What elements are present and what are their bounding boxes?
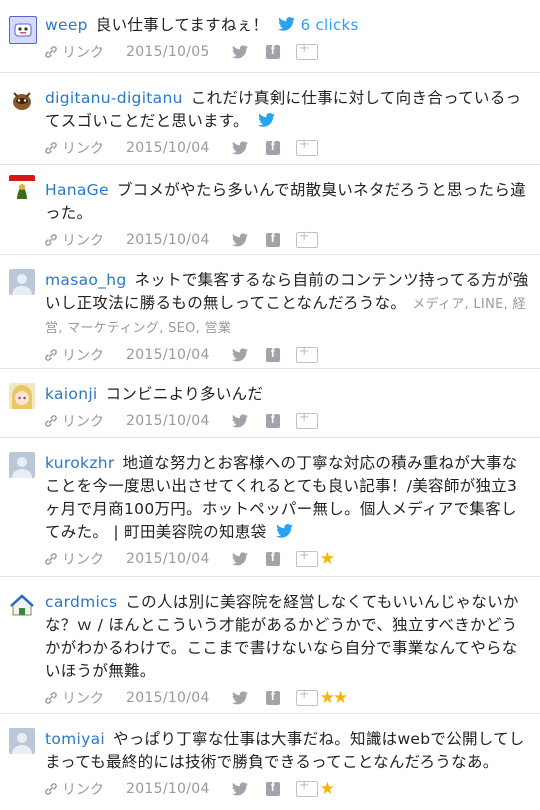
twitter-share-icon[interactable] [231, 691, 248, 705]
avatar-cardmics[interactable] [9, 591, 35, 617]
comment-entry: weep 良い仕事してますねぇ！ 6 clicks リンク 2015/10/05 [0, 0, 540, 73]
link-chain-icon [45, 46, 57, 58]
permalink[interactable]: リンク [43, 688, 104, 708]
avatar-hanage[interactable] [9, 175, 35, 201]
bookmark-date[interactable]: 2015/10/05 [126, 44, 210, 60]
link-label: リンク [62, 45, 104, 61]
username[interactable]: kurokzhr [45, 454, 115, 472]
link-chain-icon [45, 553, 57, 565]
link-label: リンク [62, 552, 104, 568]
username[interactable]: weep [45, 16, 88, 34]
avatar-kurokzhr[interactable] [9, 452, 35, 478]
link-label: リンク [62, 141, 104, 157]
twitter-share-icon[interactable] [231, 414, 248, 428]
facebook-share-icon[interactable] [265, 550, 280, 566]
twitter-share-icon[interactable] [231, 233, 248, 247]
add-star-icon[interactable] [295, 410, 318, 429]
click-count[interactable]: 6 clicks [301, 16, 359, 34]
link-chain-icon [45, 415, 57, 427]
twitter-share-icon[interactable] [231, 552, 248, 566]
bookmark-comment-list: weep 良い仕事してますねぇ！ 6 clicks リンク 2015/10/05 [0, 0, 540, 802]
permalink[interactable]: リンク [43, 42, 104, 62]
facebook-share-icon[interactable] [265, 231, 280, 247]
permalink[interactable]: リンク [43, 549, 104, 569]
star-rating: ★ [319, 549, 335, 569]
bookmark-date[interactable]: 2015/10/04 [126, 347, 210, 363]
twitter-share-icon[interactable] [231, 45, 248, 59]
add-star-icon[interactable] [295, 41, 318, 60]
username[interactable]: cardmics [45, 593, 117, 611]
twitter-bird-icon [277, 17, 295, 31]
add-star-icon[interactable] [295, 229, 318, 248]
avatar-masao-hg[interactable] [9, 269, 35, 295]
star-rating: ★ [319, 779, 335, 799]
facebook-share-icon[interactable] [265, 139, 280, 155]
permalink[interactable]: リンク [43, 779, 104, 799]
link-chain-icon [45, 783, 57, 795]
bookmark-date[interactable]: 2015/10/04 [126, 413, 210, 429]
comment-entry: HanaGe ブコメがやたら多いんで胡散臭いネタだろうと思ったら違った。 リンク … [0, 165, 540, 255]
comment-entry: masao_hg ネットで集客するなら自前のコンテンツ持ってる方が強いし正攻法に勝… [0, 255, 540, 369]
star-rating: ★★ [319, 688, 349, 708]
link-label: リンク [62, 691, 104, 707]
twitter-bird-icon [258, 113, 275, 127]
link-label: リンク [62, 233, 104, 249]
username[interactable]: kaionji [45, 385, 98, 403]
username[interactable]: HanaGe [45, 181, 109, 199]
facebook-share-icon[interactable] [265, 689, 280, 705]
bookmark-date[interactable]: 2015/10/04 [126, 232, 210, 248]
bookmark-date[interactable]: 2015/10/04 [126, 551, 210, 567]
permalink[interactable]: リンク [43, 230, 104, 250]
username[interactable]: masao_hg [45, 271, 126, 289]
facebook-share-icon[interactable] [265, 43, 280, 59]
facebook-share-icon[interactable] [265, 412, 280, 428]
link-label: リンク [62, 348, 104, 364]
bookmark-date[interactable]: 2015/10/04 [126, 690, 210, 706]
twitter-share-icon[interactable] [231, 782, 248, 796]
link-label: リンク [62, 782, 104, 798]
add-star-icon[interactable] [295, 687, 318, 706]
comment-entry: digitanu-digitanu これだけ真剣に仕事に対して向き合っているってス… [0, 73, 540, 165]
permalink[interactable]: リンク [43, 345, 104, 365]
link-chain-icon [45, 692, 57, 704]
comment-text: コンビニより多いんだ [105, 385, 264, 403]
facebook-share-icon[interactable] [265, 346, 280, 362]
link-chain-icon [45, 234, 57, 246]
comment-entry: tomiyai やっぱり丁寧な仕事は大事だね。知識はwebで公開してしまっても最終… [0, 714, 540, 802]
avatar-digitanu[interactable] [9, 87, 35, 113]
avatar-kaionji[interactable] [9, 383, 35, 409]
link-chain-icon [45, 142, 57, 154]
comment-text: ブコメがやたら多いんで胡散臭いネタだろうと思ったら違った。 [45, 181, 526, 222]
bookmark-date[interactable]: 2015/10/04 [126, 781, 210, 797]
comment-text: 良い仕事してますねぇ！ [95, 16, 269, 34]
facebook-share-icon[interactable] [265, 780, 280, 796]
add-star-icon[interactable] [295, 548, 318, 567]
add-star-icon[interactable] [295, 344, 318, 363]
permalink[interactable]: リンク [43, 411, 104, 431]
permalink[interactable]: リンク [43, 138, 104, 158]
comment-entry: kurokzhr 地道な努力とお客様への丁寧な対応の積み重ねが大事なことを今一度思… [0, 438, 540, 577]
link-chain-icon [45, 349, 57, 361]
avatar-weep[interactable] [9, 16, 37, 44]
twitter-share-icon[interactable] [231, 141, 248, 155]
add-star-icon[interactable] [295, 137, 318, 156]
bookmark-date[interactable]: 2015/10/04 [126, 140, 210, 156]
username[interactable]: tomiyai [45, 730, 105, 748]
username[interactable]: digitanu-digitanu [45, 89, 183, 107]
comment-entry: kaionji コンビニより多いんだ リンク 2015/10/04 [0, 369, 540, 438]
comment-entry: cardmics この人は別に美容院を経営しなくてもいいんじゃないかな？ｗ / ほ… [0, 577, 540, 714]
add-star-icon[interactable] [295, 778, 318, 797]
avatar-tomiyai[interactable] [9, 728, 35, 754]
twitter-bird-icon [275, 524, 293, 538]
comment-text: やっぱり丁寧な仕事は大事だね。知識はwebで公開してしまっても最終的には技術で勝… [45, 730, 525, 771]
twitter-share-icon[interactable] [231, 348, 248, 362]
link-label: リンク [62, 414, 104, 430]
